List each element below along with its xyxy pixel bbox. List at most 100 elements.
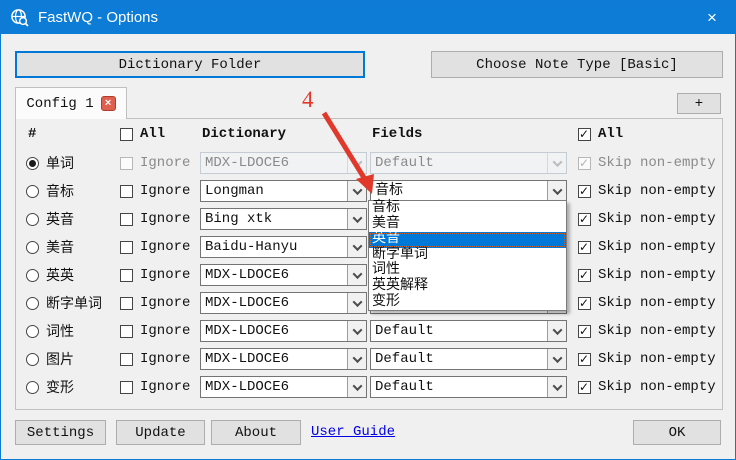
ignore-checkbox[interactable]	[120, 269, 133, 282]
chevron-down-icon	[347, 237, 366, 257]
chevron-down-icon	[347, 265, 366, 285]
skip-checkbox[interactable]	[578, 353, 591, 366]
dropdown-option[interactable]: 美音	[369, 217, 566, 233]
dictionary-select[interactable]: MDX-LDOCE6	[200, 376, 367, 398]
options-dialog: FastWQ - Options × Dictionary Folder Cho…	[0, 0, 736, 460]
chevron-down-icon	[547, 321, 566, 341]
update-button[interactable]: Update	[116, 420, 205, 445]
dropdown-option[interactable]: 音标	[369, 201, 566, 217]
chevron-down-icon	[347, 153, 366, 173]
dictionary-select[interactable]: MDX-LDOCE6	[200, 348, 367, 370]
column-header-dictionary: Dictionary	[202, 125, 286, 143]
skip-checkbox[interactable]	[578, 213, 591, 226]
user-guide-link[interactable]: User Guide	[311, 424, 395, 440]
table-row: 图片 Ignore MDX-LDOCE6 Default Skip non-em…	[16, 348, 722, 370]
skip-checkbox[interactable]	[578, 381, 591, 394]
tab-close-icon[interactable]: ×	[101, 96, 116, 111]
radio-button[interactable]	[26, 241, 39, 254]
row-label: 英英	[46, 265, 74, 285]
titlebar: FastWQ - Options ×	[1, 1, 735, 34]
radio-button[interactable]	[26, 325, 39, 338]
row-label: 单词	[46, 153, 74, 173]
chevron-down-icon	[347, 349, 366, 369]
dictionary-select[interactable]: Longman	[200, 180, 367, 202]
about-button[interactable]: About	[211, 420, 301, 445]
tab-label: Config 1	[26, 96, 93, 112]
skip-checkbox[interactable]	[578, 241, 591, 254]
chevron-down-icon	[547, 181, 566, 201]
column-header-skip-all: All	[578, 125, 623, 143]
ignore-checkbox[interactable]	[120, 353, 133, 366]
fields-select[interactable]: Default	[370, 320, 567, 342]
row-label: 音标	[46, 181, 74, 201]
dictionary-select[interactable]: MDX-LDOCE6	[200, 152, 367, 174]
row-label: 美音	[46, 237, 74, 257]
chevron-down-icon	[347, 293, 366, 313]
skip-checkbox[interactable]	[578, 269, 591, 282]
table-row: 单词 Ignore MDX-LDOCE6 Default Skip non-em…	[16, 152, 722, 174]
radio-button[interactable]	[26, 213, 39, 226]
dropdown-option[interactable]: 变形	[369, 295, 566, 311]
dictionary-select[interactable]: Bing xtk	[200, 208, 367, 230]
radio-button[interactable]	[26, 269, 39, 282]
chevron-down-icon	[547, 377, 566, 397]
skip-checkbox[interactable]	[578, 325, 591, 338]
table-row: 词性 Ignore MDX-LDOCE6 Default Skip non-em…	[16, 320, 722, 342]
close-icon[interactable]: ×	[689, 1, 735, 34]
ignore-checkbox[interactable]	[120, 297, 133, 310]
chevron-down-icon	[347, 181, 366, 201]
row-label: 变形	[46, 377, 74, 397]
chevron-down-icon	[347, 209, 366, 229]
settings-button[interactable]: Settings	[15, 420, 106, 445]
skip-checkbox[interactable]	[578, 185, 591, 198]
choose-note-type-button[interactable]: Choose Note Type [Basic]	[431, 51, 723, 78]
window-title: FastWQ - Options	[38, 9, 689, 26]
row-label: 断字单词	[46, 293, 102, 313]
fields-select[interactable]: Default	[370, 152, 567, 174]
skip-checkbox[interactable]	[578, 157, 591, 170]
ignore-checkbox[interactable]	[120, 157, 133, 170]
dropdown-option[interactable]: 英英解释	[369, 279, 566, 295]
ok-button[interactable]: OK	[633, 420, 721, 445]
chevron-down-icon	[347, 377, 366, 397]
all-skip-checkbox[interactable]	[578, 128, 591, 141]
dropdown-option[interactable]: 词性	[369, 263, 566, 279]
add-config-button[interactable]: +	[677, 93, 721, 114]
fields-select[interactable]: Default	[370, 376, 567, 398]
row-label: 词性	[46, 321, 74, 341]
table-row: 音标 Ignore Longman 音标 Skip non-empty	[16, 180, 722, 202]
chevron-down-icon	[547, 153, 566, 173]
app-icon	[10, 8, 29, 27]
radio-button[interactable]	[26, 297, 39, 310]
fields-dropdown-list: 音标 美音 英音 断字单词 词性 英英解释 变形	[368, 200, 567, 311]
dictionary-select[interactable]: MDX-LDOCE6	[200, 264, 367, 286]
column-header-hash: #	[28, 125, 36, 143]
radio-button[interactable]	[26, 381, 39, 394]
chevron-down-icon	[347, 321, 366, 341]
annotation-label: 4	[302, 87, 314, 113]
radio-button[interactable]	[26, 353, 39, 366]
dictionary-folder-button[interactable]: Dictionary Folder	[15, 51, 365, 78]
radio-button[interactable]	[26, 157, 39, 170]
fields-select[interactable]: Default	[370, 348, 567, 370]
row-label: 图片	[46, 349, 74, 369]
dropdown-option-selected[interactable]: 英音	[369, 232, 566, 248]
ignore-checkbox[interactable]	[120, 325, 133, 338]
dictionary-select[interactable]: MDX-LDOCE6	[200, 320, 367, 342]
radio-button[interactable]	[26, 185, 39, 198]
column-header-fields: Fields	[372, 125, 422, 143]
ignore-checkbox[interactable]	[120, 185, 133, 198]
fields-select-open[interactable]: 音标	[370, 180, 567, 202]
dictionary-select[interactable]: MDX-LDOCE6	[200, 292, 367, 314]
chevron-down-icon	[547, 349, 566, 369]
column-header-ignore-all: All	[120, 125, 165, 143]
skip-checkbox[interactable]	[578, 297, 591, 310]
ignore-checkbox[interactable]	[120, 213, 133, 226]
tab-config-1[interactable]: Config 1 ×	[15, 87, 127, 119]
ignore-checkbox[interactable]	[120, 381, 133, 394]
dictionary-select[interactable]: Baidu-Hanyu	[200, 236, 367, 258]
ignore-checkbox[interactable]	[120, 241, 133, 254]
table-row: 变形 Ignore MDX-LDOCE6 Default Skip non-em…	[16, 376, 722, 398]
row-label: 英音	[46, 209, 74, 229]
all-ignore-checkbox[interactable]	[120, 128, 133, 141]
